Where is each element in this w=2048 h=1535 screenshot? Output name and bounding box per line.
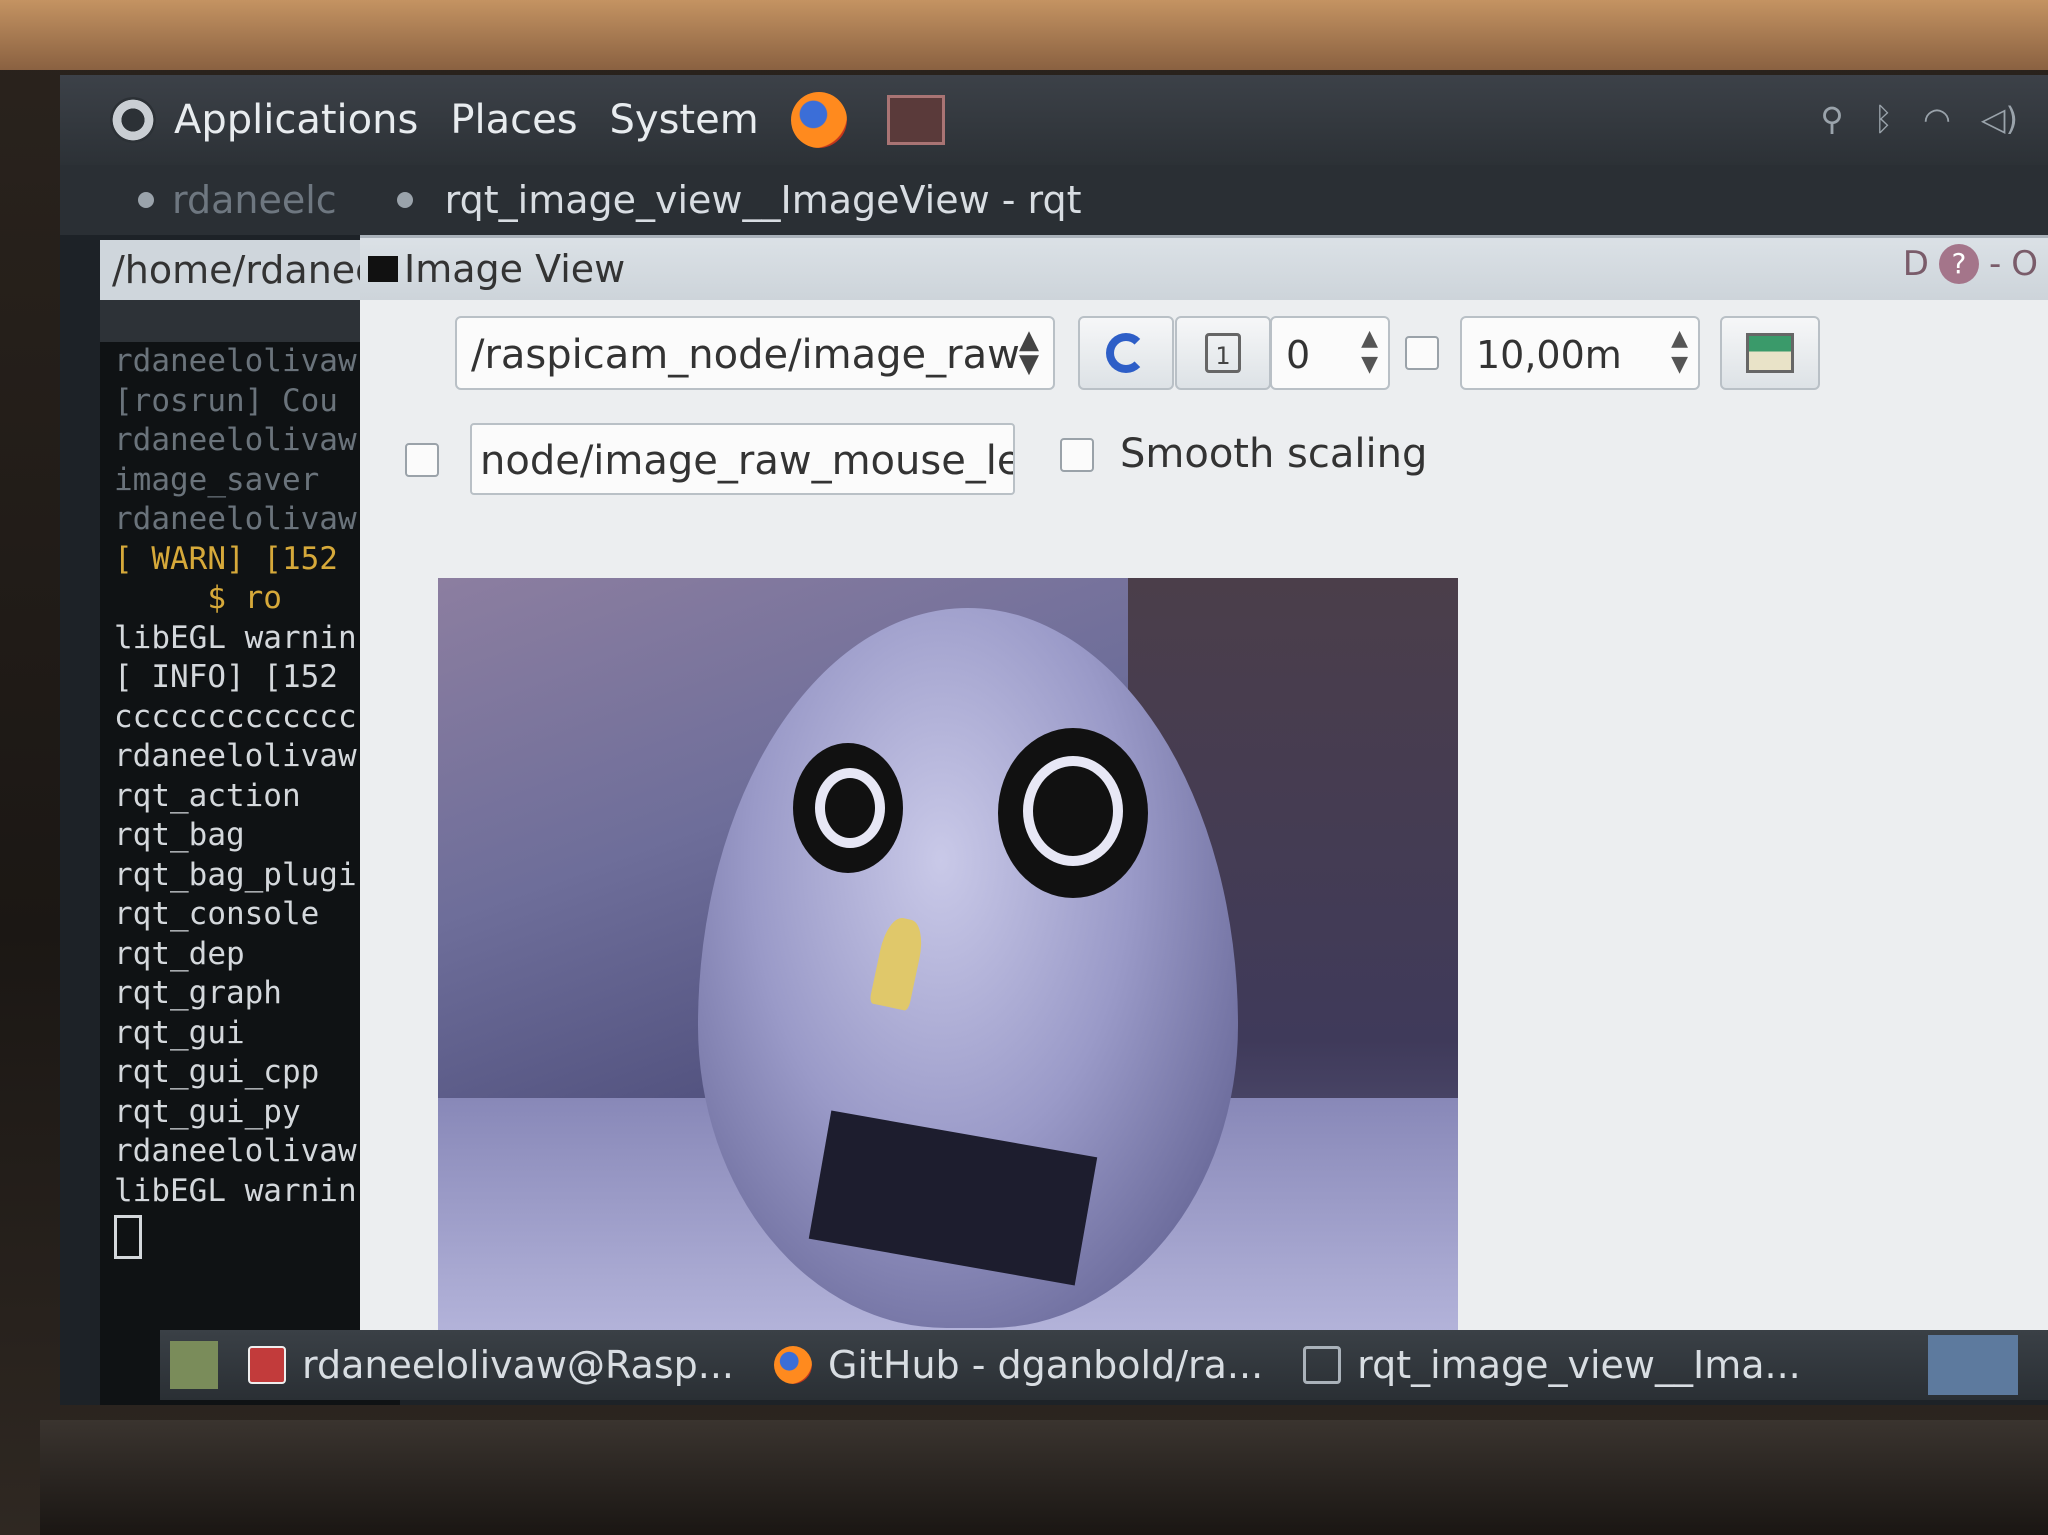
terminal-path: /home/rdanee — [100, 240, 400, 300]
terminal-icon — [248, 1346, 286, 1384]
device-frame-bottom — [40, 1420, 2048, 1535]
save-image-icon — [1746, 333, 1794, 373]
terminal-line: rqt_bag_plugi — [114, 856, 357, 893]
task-label: GitHub - dganbold/ra... — [828, 1343, 1264, 1387]
menu-places[interactable]: Places — [450, 97, 577, 143]
terminal-launcher-icon[interactable] — [886, 95, 945, 145]
eye-ring — [815, 768, 885, 848]
terminal-line: rdaneelolivaw — [114, 343, 357, 379]
smooth-scaling-label: Smooth scaling — [1120, 431, 1428, 477]
max-depth-value: 10,00m — [1476, 333, 1622, 377]
terminal-line: rqt_dep — [114, 935, 245, 972]
task-rqt[interactable]: rqt_image_view__Ima... — [1303, 1343, 1801, 1387]
terminal-line: libEGL warnin — [114, 1172, 357, 1209]
image-view-toolbar: /raspicam_node/image_raw ▲ ▼ 1 0 ▲ ▼ 10,00… — [360, 316, 2048, 406]
terminal-toolbar — [100, 300, 400, 342]
top-panel: Applications Places System ⚲ ᛒ ◠ ◁) — [60, 75, 2048, 165]
show-desktop-icon[interactable] — [170, 1341, 218, 1389]
plugin-title: Image View — [404, 247, 626, 291]
plugin-title-bar: Image View D ? - O — [360, 238, 2048, 300]
plugin-icon — [368, 256, 398, 282]
eye-ring — [1023, 756, 1123, 866]
firefox-icon — [774, 1346, 812, 1384]
terminal-line: rdaneelolivaw — [114, 501, 357, 537]
terminal-line: rqt_gui — [114, 1014, 245, 1051]
usb-icon[interactable]: ⚲ — [1820, 100, 1843, 138]
rqt-window: Image View D ? - O /raspicam_node/image_… — [360, 235, 2048, 1388]
bottom-taskbar: rdaneelolivaw@Rasp... GitHub - dganbold/… — [160, 1330, 2048, 1400]
screen: Applications Places System ⚲ ᛒ ◠ ◁) rdan… — [60, 75, 2048, 1405]
spin-arrows-icon[interactable]: ▲ ▼ — [1671, 326, 1688, 378]
dynamic-range-checkbox[interactable] — [1405, 336, 1439, 370]
terminal-cursor — [114, 1215, 142, 1259]
terminal-line: [ WARN] [152 — [114, 540, 338, 577]
inactive-window-title[interactable]: rdaneelc — [172, 178, 337, 222]
terminal-line: libEGL warnin — [114, 619, 357, 656]
active-window-title: rqt_image_view__ImageView - rqt — [444, 178, 1082, 222]
topic-select-value: /raspicam_node/image_raw — [471, 332, 1020, 378]
terminal-line: rqt_console — [114, 896, 320, 932]
volume-icon[interactable]: ◁) — [1981, 100, 2018, 138]
terminal-line: rqt_action — [114, 777, 301, 814]
menu-system[interactable]: System — [610, 97, 759, 143]
window-dot-icon — [138, 192, 154, 208]
save-image-button[interactable] — [1720, 316, 1820, 390]
terminal-line: $ ro — [114, 580, 282, 616]
camera-image[interactable] — [438, 578, 1458, 1348]
terminal-line: rqt_graph — [114, 975, 282, 1011]
image-index-spinbox[interactable]: 0 ▲ ▼ — [1270, 316, 1390, 390]
terminal-line: rdaneelolivaw — [114, 1133, 357, 1169]
refresh-icon — [1106, 333, 1146, 373]
firefox-launcher-icon[interactable] — [790, 92, 847, 148]
smooth-scaling-checkbox[interactable] — [1060, 438, 1094, 472]
terminal-line: image_saver — [114, 461, 320, 498]
mouse-publish-row: node/image_raw_mouse_left Smooth scaling — [360, 423, 2048, 503]
window-dot-icon — [396, 192, 413, 208]
terminal-window[interactable]: /home/rdanee rdaneelolivaw [rosrun] Cou … — [100, 240, 400, 1405]
task-firefox[interactable]: GitHub - dganbold/ra... — [774, 1343, 1263, 1387]
terminal-line: ccccccccccccc — [114, 698, 357, 735]
terminal-line: rdaneelolivaw — [114, 422, 357, 458]
zoom-1-button[interactable]: 1 — [1175, 316, 1271, 390]
window-title-bar: rdaneelc rqt_image_view__ImageView - rqt — [60, 165, 2048, 235]
terminal-line: [rosrun] Cou — [114, 382, 338, 419]
minimize-plugin-button[interactable]: - — [1989, 244, 2001, 284]
bluetooth-icon[interactable]: ᛒ — [1874, 100, 1893, 138]
help-icon[interactable]: ? — [1938, 244, 1979, 284]
menu-applications[interactable]: Applications — [174, 97, 418, 143]
zoom-original-icon: 1 — [1205, 333, 1241, 373]
task-label: rdaneelolivaw@Rasp... — [302, 1343, 734, 1387]
wifi-icon[interactable]: ◠ — [1923, 100, 1951, 138]
terminal-line: rqt_bag — [114, 817, 245, 853]
close-plugin-button[interactable]: O — [2011, 244, 2038, 284]
wooden-surface — [0, 0, 2048, 70]
spin-arrows-icon[interactable]: ▲ ▼ — [1361, 326, 1378, 378]
workspace-switcher[interactable] — [1928, 1335, 2018, 1395]
refresh-button[interactable] — [1078, 316, 1174, 390]
terminal-line: rqt_gui_py — [114, 1093, 301, 1130]
mouse-topic-input[interactable]: node/image_raw_mouse_left — [470, 423, 1015, 495]
combo-arrows-icon: ▲ ▼ — [1019, 325, 1039, 379]
robot-left-eye — [793, 743, 903, 873]
plugin-letter-d[interactable]: D — [1903, 244, 1929, 284]
window-icon — [1303, 1346, 1342, 1384]
publish-mouse-checkbox[interactable] — [405, 443, 439, 477]
task-label: rqt_image_view__Ima... — [1357, 1343, 1801, 1387]
plugin-controls: D ? - O — [1903, 244, 2038, 284]
image-index-value: 0 — [1286, 333, 1311, 377]
distro-logo-icon[interactable] — [110, 97, 156, 143]
robot-right-eye — [998, 728, 1148, 898]
system-tray: ⚲ ᛒ ◠ ◁) — [1820, 100, 2018, 138]
task-terminal[interactable]: rdaneelolivaw@Rasp... — [248, 1343, 734, 1387]
terminal-line: [ INFO] [152 — [114, 659, 338, 695]
max-depth-spinbox[interactable]: 10,00m ▲ ▼ — [1460, 316, 1700, 390]
topic-select[interactable]: /raspicam_node/image_raw ▲ ▼ — [455, 316, 1055, 390]
terminal-line: rqt_gui_cpp — [114, 1054, 320, 1090]
terminal-line: rdaneelolivaw — [114, 738, 357, 774]
